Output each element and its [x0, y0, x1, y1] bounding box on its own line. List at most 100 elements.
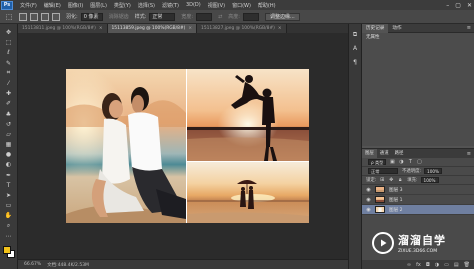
panel-menu-icon[interactable]: ≡: [467, 25, 471, 31]
close-tab-icon[interactable]: ×: [278, 24, 282, 33]
style-select[interactable]: 正常: [149, 12, 176, 21]
intersect-selection-icon[interactable]: [52, 12, 60, 21]
lock-position-icon[interactable]: ✥: [388, 177, 394, 183]
watermark-title: 溜溜自学: [398, 234, 446, 247]
tab-layers[interactable]: 图层: [362, 149, 377, 158]
canvas-area[interactable]: [18, 33, 348, 259]
history-brush-tool-icon[interactable]: ↺: [3, 120, 15, 129]
menu-3d[interactable]: 3D(D): [186, 2, 201, 8]
eraser-tool-icon[interactable]: ▱: [3, 130, 15, 139]
document-tab[interactable]: 15113827.jpeg @ 100%(RGB/8#) ×: [197, 24, 287, 33]
subtract-selection-icon[interactable]: [41, 12, 49, 21]
menu-help[interactable]: 帮助(H): [258, 2, 276, 9]
layer-row[interactable]: ◉ 图层 3: [362, 185, 474, 195]
layer-row[interactable]: ◉ 图层 1: [362, 195, 474, 205]
layer-kind-filter[interactable]: ρ 类型: [368, 159, 387, 165]
menu-file[interactable]: 文件(F): [20, 2, 37, 9]
filter-adjust-icon[interactable]: ◑: [398, 159, 404, 165]
height-label: 高度:: [228, 14, 240, 20]
close-tab-icon[interactable]: ×: [99, 24, 103, 33]
foreground-color-swatch[interactable]: [2, 245, 11, 254]
layer-thumbnail: [375, 186, 385, 193]
visibility-eye-icon[interactable]: ◉: [365, 197, 372, 203]
menu-layer[interactable]: 图层(L): [90, 2, 107, 9]
new-selection-icon[interactable]: [19, 12, 27, 21]
feather-label: 羽化:: [66, 14, 78, 20]
swap-icon[interactable]: ⇄: [218, 14, 222, 20]
color-swatches[interactable]: [2, 245, 15, 258]
menu-bar: Ps 文件(F) 编辑(E) 图像(I) 图层(L) 类型(Y) 选择(S) 滤…: [0, 0, 474, 10]
antialias-checkbox[interactable]: 消除锯齿: [109, 13, 129, 20]
shape-tool-icon[interactable]: ▭: [3, 201, 15, 210]
tab-actions[interactable]: 动作: [388, 24, 405, 33]
refine-edge-button[interactable]: 调整边缘...: [264, 12, 300, 21]
eyedropper-tool-icon[interactable]: ⁄: [3, 79, 15, 88]
tab-paths[interactable]: 路径: [392, 149, 407, 158]
path-select-tool-icon[interactable]: ➤: [3, 191, 15, 200]
menu-select[interactable]: 选择(S): [138, 2, 155, 9]
minimize-button[interactable]: –: [446, 2, 449, 9]
type-tool-icon[interactable]: T: [3, 181, 15, 190]
tab-history[interactable]: 历史记录: [362, 23, 389, 33]
blend-mode-select[interactable]: 正常: [368, 168, 398, 174]
layer-row-selected[interactable]: ◉ 图层 2: [362, 205, 474, 215]
lasso-tool-icon[interactable]: ℓ: [3, 48, 15, 57]
menu-edit[interactable]: 编辑(E): [44, 2, 61, 9]
new-layer-icon[interactable]: ▤: [454, 262, 459, 268]
height-input[interactable]: [242, 12, 259, 21]
add-selection-icon[interactable]: [30, 12, 38, 21]
history-panel-icon[interactable]: ⧉: [351, 30, 360, 39]
hand-tool-icon[interactable]: ✋: [3, 211, 15, 220]
dodge-tool-icon[interactable]: ◐: [3, 160, 15, 169]
healing-tool-icon[interactable]: ✚: [3, 89, 15, 98]
layers-panel-menu-icon[interactable]: ≡: [467, 151, 471, 157]
pen-tool-icon[interactable]: ✒: [3, 171, 15, 180]
menu-image[interactable]: 图像(I): [68, 2, 83, 9]
menu-type[interactable]: 类型(Y): [114, 2, 131, 9]
feather-input[interactable]: 0 像素: [80, 12, 103, 21]
lock-pixels-icon[interactable]: ⊞: [379, 177, 385, 183]
blur-tool-icon[interactable]: ●: [3, 150, 15, 159]
move-tool-icon[interactable]: ✥: [3, 28, 15, 37]
document-canvas[interactable]: [66, 69, 309, 223]
mask-icon[interactable]: ◘: [426, 262, 430, 268]
filter-type-icon[interactable]: T: [407, 159, 413, 165]
lock-all-icon[interactable]: 🔒︎: [397, 177, 403, 183]
folder-icon[interactable]: ▭: [444, 262, 449, 268]
trash-icon[interactable]: 🗑︎: [464, 262, 470, 268]
close-tab-icon[interactable]: ×: [188, 24, 192, 33]
menu-view[interactable]: 视图(V): [208, 2, 225, 9]
visibility-eye-icon[interactable]: ◉: [365, 207, 372, 213]
menu-filter[interactable]: 滤镜(T): [162, 2, 179, 9]
history-row[interactable]: 无属性: [362, 33, 474, 41]
more-tools-icon[interactable]: ⋯: [3, 232, 15, 241]
character-panel-icon[interactable]: A: [351, 44, 360, 53]
crop-tool-icon[interactable]: ⌗: [3, 69, 15, 78]
menu-window[interactable]: 窗口(W): [232, 2, 251, 9]
zoom-level[interactable]: 66.67%: [24, 262, 41, 267]
marquee-tool-icon[interactable]: ⬚: [3, 38, 15, 47]
stamp-tool-icon[interactable]: ♣: [3, 110, 15, 119]
visibility-eye-icon[interactable]: ◉: [365, 187, 372, 193]
document-tab-active[interactable]: 15113859.jpeg @ 100%(RGB/8#) ×: [107, 24, 198, 33]
paragraph-panel-icon[interactable]: ¶: [351, 58, 360, 67]
zoom-tool-icon[interactable]: ⌕: [3, 222, 15, 231]
document-tab[interactable]: 15113811.jpeg @ 100%(RGB/8#) ×: [18, 24, 108, 33]
gradient-tool-icon[interactable]: ▦: [3, 140, 15, 149]
fill-input[interactable]: 100%: [420, 177, 439, 183]
quick-select-tool-icon[interactable]: ✎: [3, 59, 15, 68]
filter-pixel-icon[interactable]: ▣: [389, 159, 395, 165]
tab-channels[interactable]: 通道: [377, 149, 392, 158]
link-icon[interactable]: ∞: [407, 262, 411, 268]
adjustment-icon[interactable]: ◑: [435, 262, 439, 268]
opacity-input[interactable]: 100%: [424, 168, 443, 174]
filter-shape-icon[interactable]: ▢: [416, 159, 422, 165]
width-input[interactable]: [196, 12, 213, 21]
marquee-tool-preset-icon[interactable]: ⬚: [2, 12, 16, 22]
close-button[interactable]: ✕: [467, 2, 472, 9]
layer-thumbnail: [375, 196, 385, 203]
fx-icon[interactable]: fx: [416, 262, 421, 268]
brush-tool-icon[interactable]: ✐: [3, 99, 15, 108]
toolbox: ✥ ⬚ ℓ ✎ ⌗ ⁄ ✚ ✐ ♣ ↺ ▱ ▦ ● ◐ ✒ T ➤ ▭ ✋ ⌕ …: [0, 24, 18, 269]
maximize-button[interactable]: ▢: [455, 2, 461, 9]
